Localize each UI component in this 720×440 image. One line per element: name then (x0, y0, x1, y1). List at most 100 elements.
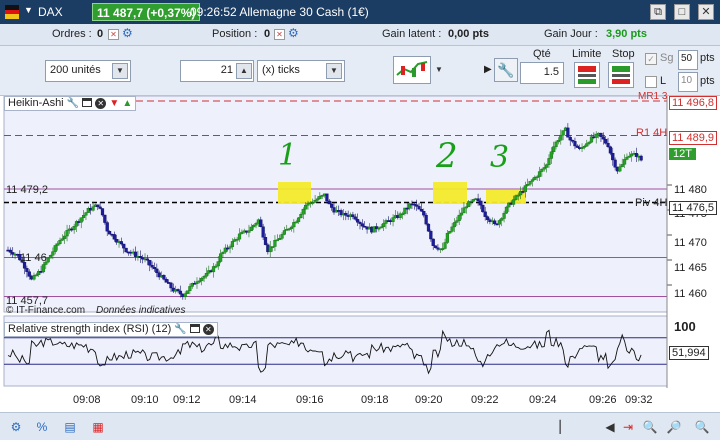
orders-value: 0 (97, 28, 104, 40)
wrench-icon[interactable]: 🔧 (174, 324, 186, 335)
candle-body (382, 223, 386, 228)
orders-settings-icon[interactable]: ⚙ (122, 26, 133, 40)
limit-order-button[interactable] (574, 62, 600, 88)
candle-body (587, 141, 591, 144)
order-settings-button[interactable]: 🔧 (494, 58, 518, 82)
move-up-icon[interactable]: ▲ (122, 98, 132, 109)
percent-icon[interactable]: % (34, 419, 50, 435)
position-settings-icon[interactable]: ⚙ (288, 26, 299, 40)
close-icon[interactable]: ✕ (95, 98, 107, 109)
indicators-icon[interactable]: ▤ (62, 419, 78, 435)
chart-type-button[interactable] (393, 56, 431, 84)
heikin-ashi-label[interactable]: Heikin-Ashi (8, 97, 64, 109)
close-icon[interactable]: ✕ (202, 324, 214, 335)
rsi-label[interactable]: Relative strength index (RSI) (12) (8, 323, 171, 335)
annotation-highlight (278, 182, 311, 204)
history-scroll-icon[interactable]: ▕ (548, 419, 564, 435)
candle-body (483, 211, 487, 217)
candle-body (162, 275, 166, 280)
scroll-left-icon[interactable]: ◀ (602, 419, 618, 435)
indicative-text: Données indicatives (96, 305, 186, 316)
chart-area[interactable]: Heikin-Ashi 🔧 ✕ ▼ ▲ Relative strength in… (0, 91, 720, 388)
candle-body (72, 226, 76, 230)
price-chart[interactable] (0, 96, 720, 388)
wrench-icon: 🔧 (497, 62, 515, 78)
candle-body (185, 290, 190, 294)
qty-input[interactable]: 1.5 (520, 62, 564, 84)
sg-checkbox[interactable]: ✓ (645, 53, 657, 65)
mr-label: MR1 3 (638, 91, 668, 102)
candle-body (263, 237, 268, 245)
candle-body (620, 164, 624, 167)
candle-body (51, 251, 55, 256)
candle-body (455, 220, 459, 223)
heikin-ashi-toolbar: Heikin-Ashi 🔧 ✕ ▼ ▲ (4, 96, 137, 111)
price-axis-tick: 11 465 (674, 262, 707, 274)
position-label: Position : (212, 28, 258, 40)
candle-body (344, 212, 348, 216)
candle-body (568, 136, 572, 141)
chart-type-dropdown-icon[interactable]: ▼ (431, 63, 447, 79)
zoom-out-icon[interactable]: 🔍 (694, 419, 710, 435)
candle-body (124, 247, 128, 253)
annotation-1: 1 (278, 138, 298, 173)
wrench-icon[interactable]: 🔧 (67, 98, 79, 109)
day-gain-value: 3,90 pts (606, 28, 647, 40)
l-input[interactable]: 10 (678, 72, 698, 92)
close-window-icon[interactable]: ✕ (698, 4, 714, 20)
candle-body (429, 230, 433, 240)
orders-bar: Ordres : 0 ✕ ⚙ Position : 0 ✕ ⚙ Gain lat… (0, 24, 720, 46)
candle-body (511, 199, 516, 205)
candle-body (202, 276, 206, 279)
sg-pts-label: pts (700, 52, 715, 64)
stop-order-button[interactable] (608, 62, 634, 88)
candle-body (594, 133, 598, 138)
position-cancel-icon[interactable]: ✕ (274, 29, 285, 40)
candle-body (148, 260, 152, 266)
candle-body (254, 223, 258, 226)
move-down-icon[interactable]: ▼ (109, 98, 119, 109)
candle-body (46, 257, 50, 263)
window-icon[interactable] (189, 324, 200, 333)
ticks-value: 21 (220, 64, 233, 76)
left-label-mid: 11 46 (20, 252, 47, 264)
candle-body (443, 242, 447, 249)
units-dropdown-icon[interactable]: ▼ (112, 63, 128, 79)
l-checkbox[interactable] (645, 76, 657, 88)
detach-window-icon[interactable]: ⧉ (650, 4, 666, 20)
sg-input[interactable]: 50 (678, 50, 698, 70)
candle-body (299, 214, 303, 219)
candle-body (540, 168, 544, 172)
settings-icon[interactable]: ⚙ (8, 419, 24, 435)
candle-body (237, 233, 242, 240)
dropdown-arrow-icon[interactable]: ▼ (24, 5, 33, 15)
time-tick: 09:20 (415, 394, 443, 406)
candle-body (585, 143, 589, 147)
left-label-top: 11 479,2 (6, 184, 49, 196)
candle-body (228, 246, 232, 249)
candle-body (431, 238, 435, 246)
scroll-right-end-icon[interactable]: ⇥ (620, 419, 636, 435)
zoom-in-icon[interactable]: 🔍 (642, 419, 658, 435)
annotation-3: 3 (490, 140, 510, 175)
maximize-window-icon[interactable]: □ (674, 4, 690, 20)
ticks-unit-dropdown-icon[interactable]: ▼ (326, 63, 342, 79)
instrument-name[interactable]: DAX (38, 5, 63, 19)
candle-body (462, 207, 466, 214)
candle-body (103, 214, 107, 223)
candle-body (606, 142, 610, 147)
zoom-reset-icon[interactable]: 🔎 (666, 419, 682, 435)
price-change-badge: 11 487,7 (+0,37%) (92, 3, 201, 21)
window-icon[interactable] (82, 98, 93, 107)
panel-collapse-icon[interactable]: ▶ (484, 64, 492, 75)
bottom-toolbar: ⚙ % ▤ ▦ ▕ ◀ ⇥ 🔍 🔎 🔍 (0, 412, 720, 440)
candle-body (448, 231, 452, 234)
color-bars-icon[interactable]: ▦ (90, 419, 106, 435)
time-tick: 09:14 (229, 394, 257, 406)
candle-body (573, 141, 577, 147)
candle-body (122, 243, 126, 249)
orders-cancel-icon[interactable]: ✕ (108, 29, 119, 40)
ticks-stepper-icon[interactable]: ▲ (236, 63, 252, 79)
candle-body (353, 216, 357, 220)
candle-body (497, 220, 501, 225)
